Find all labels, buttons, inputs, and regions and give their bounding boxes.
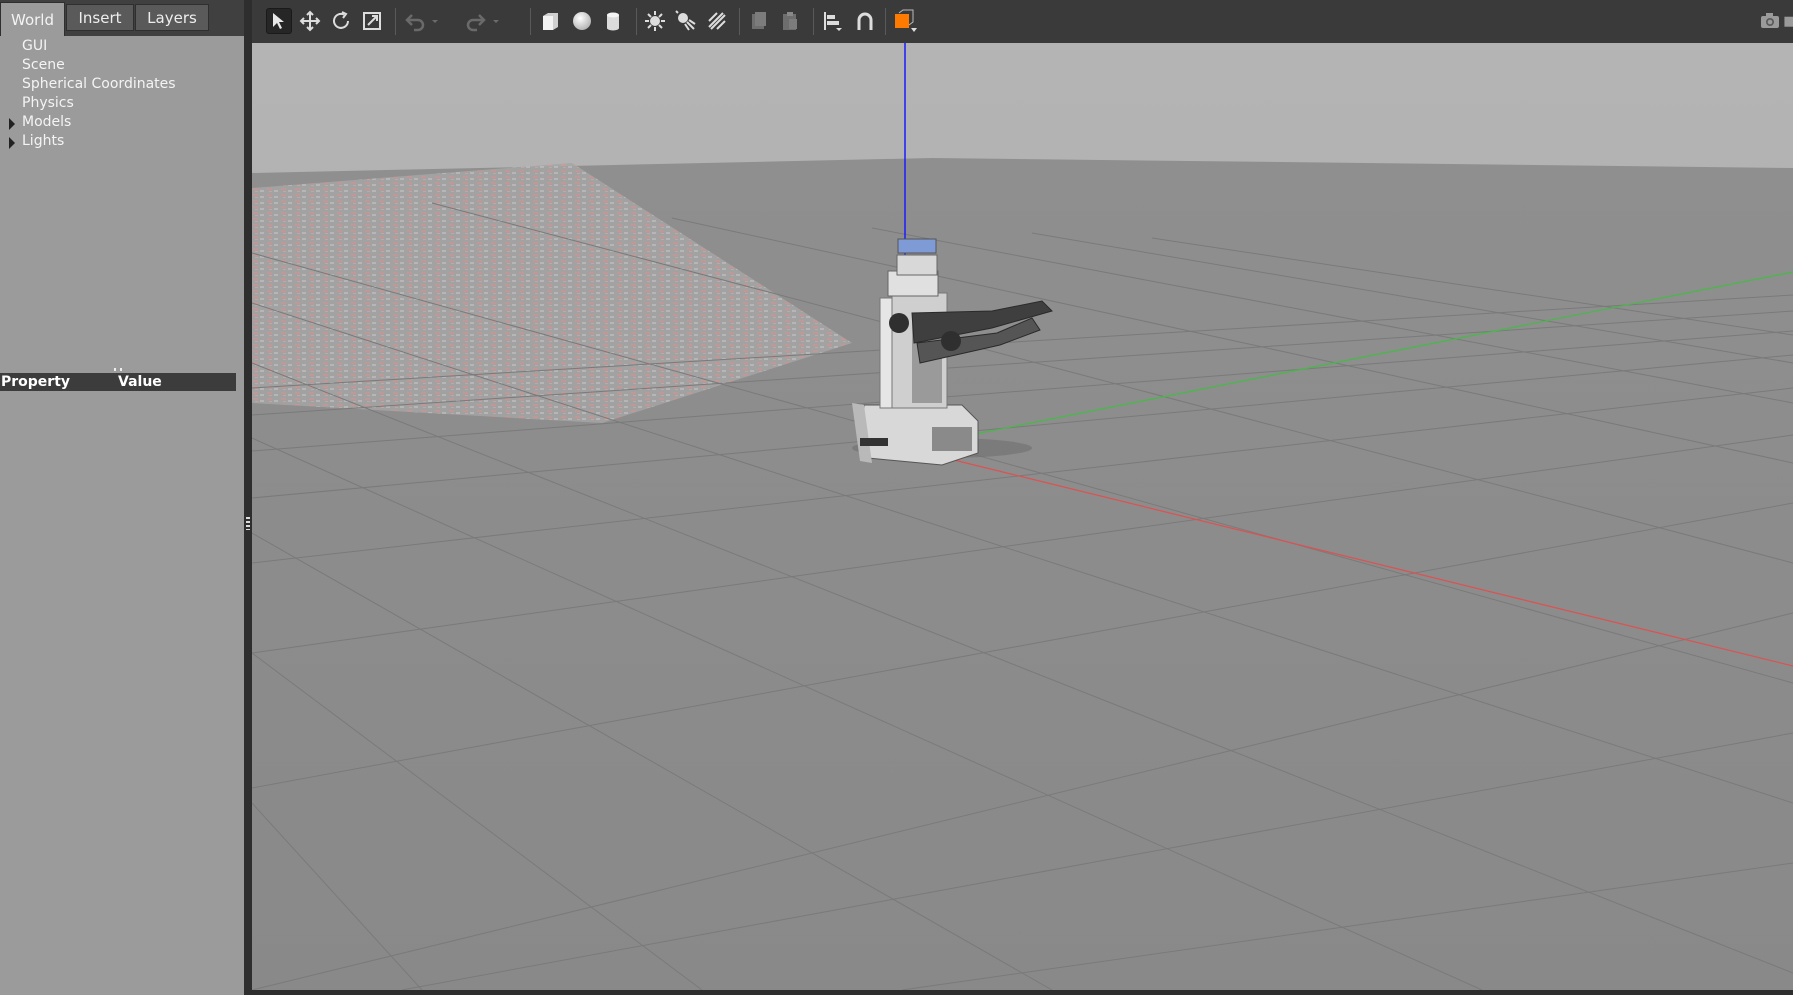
- box-shape-icon[interactable]: [537, 8, 563, 34]
- cylinder-shape-icon[interactable]: [600, 8, 626, 34]
- undo-icon[interactable]: [402, 8, 428, 34]
- tree-item-physics[interactable]: Physics: [22, 95, 74, 111]
- view-angle-icon[interactable]: [892, 8, 918, 34]
- left-panel: World Insert Layers GUI Scene Spherical …: [0, 0, 244, 995]
- scale-icon[interactable]: [359, 8, 385, 34]
- undo-history-icon[interactable]: [428, 8, 442, 34]
- log-icon[interactable]: [1783, 8, 1793, 34]
- tree-item-label: Lights: [22, 133, 65, 149]
- toolbar-separator: [739, 8, 740, 35]
- tab-bar: World Insert Layers: [0, 0, 244, 36]
- point-light-icon[interactable]: [642, 8, 668, 34]
- tree-item-gui[interactable]: GUI: [22, 38, 47, 54]
- redo-icon[interactable]: [463, 8, 489, 34]
- value-column-header[interactable]: Value: [118, 373, 162, 391]
- splitter-grip-icon: [246, 517, 250, 530]
- toolbar: [252, 0, 1793, 44]
- tab-insert[interactable]: Insert: [66, 4, 134, 31]
- tab-layers[interactable]: Layers: [135, 4, 209, 31]
- tree-item-label: GUI: [22, 38, 48, 54]
- align-icon[interactable]: [820, 8, 846, 34]
- expand-arrow-icon[interactable]: [9, 137, 15, 149]
- snap-magnet-icon[interactable]: [852, 8, 878, 34]
- translate-icon[interactable]: [297, 8, 323, 34]
- tree-item-models[interactable]: Models: [9, 114, 72, 130]
- toolbar-separator: [813, 8, 814, 35]
- tab-world[interactable]: World: [0, 2, 65, 36]
- toolbar-separator: [636, 8, 637, 35]
- tree-item-scene[interactable]: Scene: [22, 57, 65, 73]
- directional-light-icon[interactable]: [704, 8, 730, 34]
- tree-item-spherical-coordinates[interactable]: Spherical Coordinates: [22, 76, 176, 92]
- toolbar-separator: [395, 8, 396, 35]
- redo-history-icon[interactable]: [489, 8, 503, 34]
- expand-arrow-icon[interactable]: [9, 118, 15, 130]
- select-arrow-icon[interactable]: [266, 8, 292, 34]
- spot-light-icon[interactable]: [673, 8, 699, 34]
- scene-viewport[interactable]: [252, 43, 1793, 990]
- tree-item-lights[interactable]: Lights: [9, 133, 65, 149]
- toolbar-separator: [885, 8, 886, 35]
- property-table-header: Property Value: [0, 373, 236, 391]
- tree-item-label: Scene: [22, 57, 65, 73]
- property-column-header[interactable]: Property: [1, 373, 70, 391]
- tree-item-label: Models: [22, 114, 72, 130]
- screenshot-camera-icon[interactable]: [1757, 8, 1783, 34]
- toolbar-separator: [530, 8, 531, 35]
- tree-item-label: Physics: [22, 95, 74, 111]
- sphere-shape-icon[interactable]: [569, 8, 595, 34]
- scene-render[interactable]: [252, 43, 1793, 990]
- paste-icon[interactable]: [777, 8, 803, 34]
- tree-item-label: Spherical Coordinates: [22, 76, 176, 92]
- rotate-icon[interactable]: [328, 8, 354, 34]
- viewport-bottom-border: [252, 990, 1793, 995]
- column-resize-handle[interactable]: [114, 368, 122, 371]
- panel-splitter[interactable]: [244, 0, 252, 995]
- copy-icon[interactable]: [746, 8, 772, 34]
